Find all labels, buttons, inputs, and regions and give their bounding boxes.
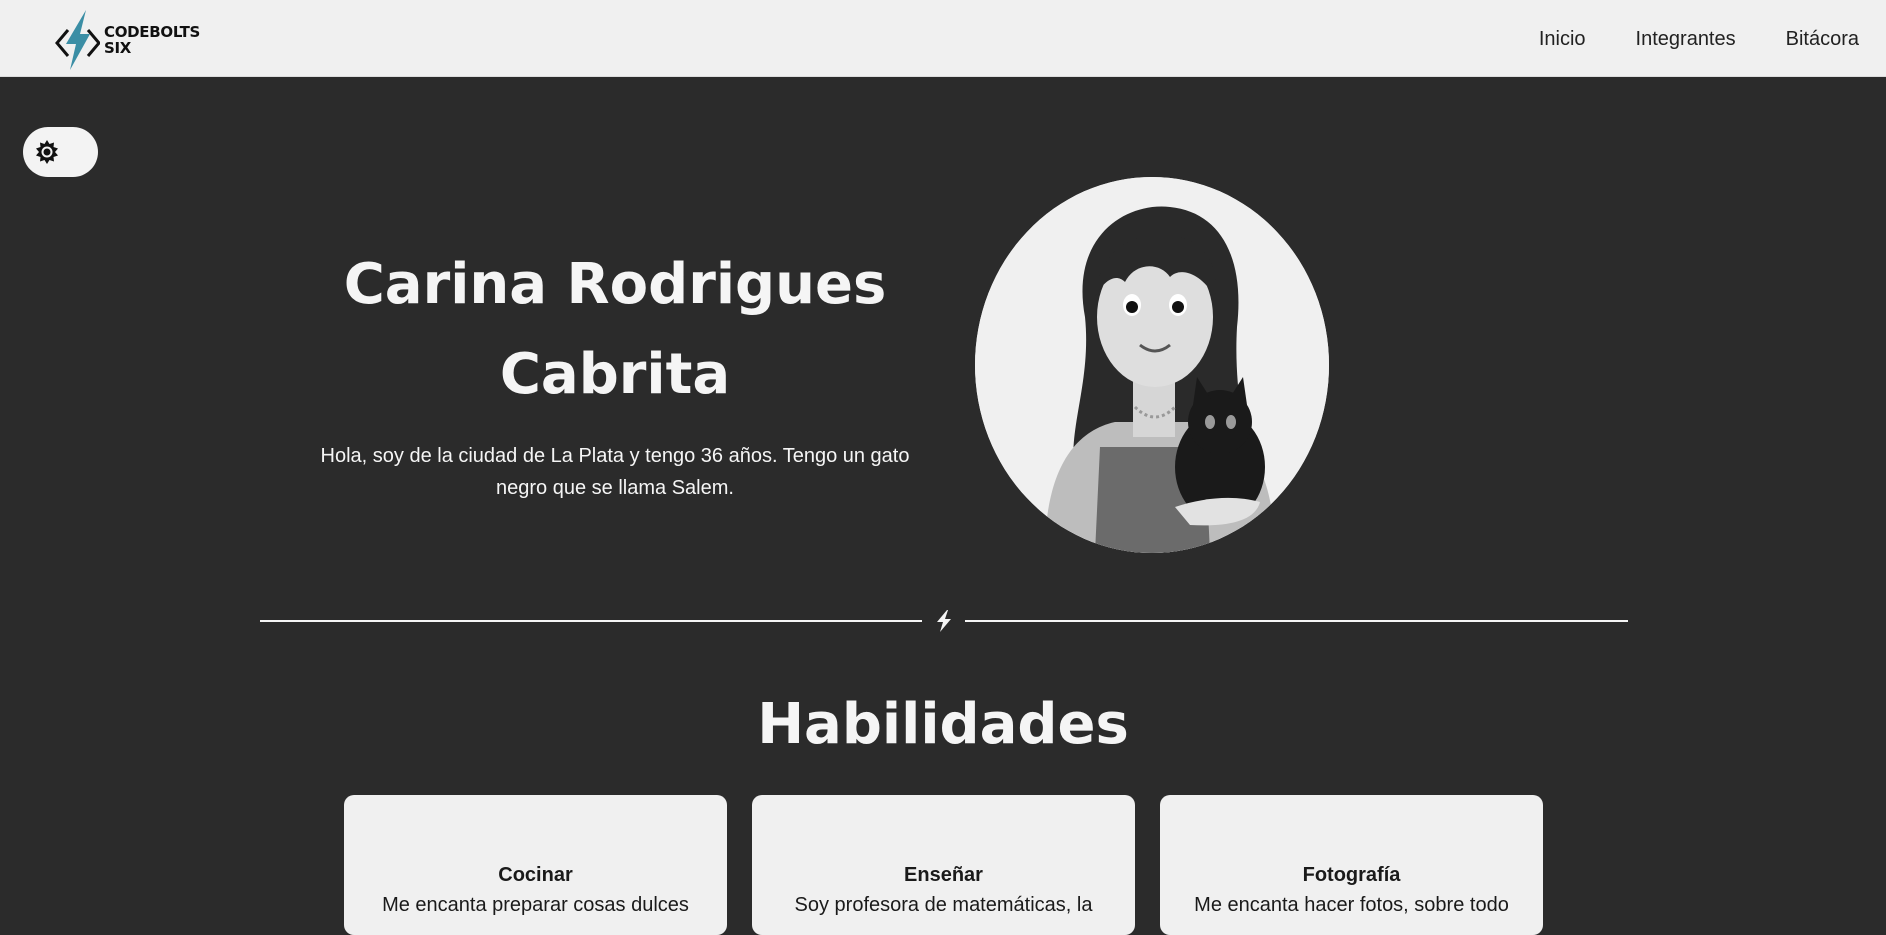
hero-name: Carina Rodrigues Cabrita xyxy=(300,240,930,420)
skill-card-title: Fotografía xyxy=(1302,864,1401,886)
skill-card-desc: Soy profesora de matemáticas, la xyxy=(794,894,1093,916)
brand-line1: CODEBOLTS xyxy=(104,23,201,41)
bolt-icon xyxy=(937,610,951,632)
profile-avatar xyxy=(975,177,1329,553)
skill-card-title: Enseñar xyxy=(904,864,983,886)
theme-toggle-button[interactable] xyxy=(23,127,98,177)
nav-link-inicio[interactable]: Inicio xyxy=(1539,27,1586,51)
hero-bio: Hola, soy de la ciudad de La Plata y ten… xyxy=(320,445,910,499)
hero-name-line2: Cabrita xyxy=(499,342,731,407)
hero-section: Carina Rodrigues Cabrita Hola, soy de la… xyxy=(300,240,930,504)
skills-cards: Cocinar Me encanta preparar cosas dulces… xyxy=(344,795,1543,935)
skill-card: Enseñar Soy profesora de matemáticas, la xyxy=(752,795,1135,935)
divider-line-right xyxy=(965,620,1628,622)
brand-line2: SIX xyxy=(104,39,132,57)
avatar-illustration xyxy=(975,177,1329,553)
sun-icon xyxy=(36,140,58,164)
divider-line-left xyxy=(260,620,922,622)
nav-link-integrantes[interactable]: Integrantes xyxy=(1636,27,1736,51)
nav-link-bitacora[interactable]: Bitácora xyxy=(1786,27,1859,51)
section-divider xyxy=(260,609,1628,633)
skill-card-desc: Me encanta hacer fotos, sobre todo xyxy=(1194,894,1509,916)
main-nav: Inicio Integrantes Bitácora xyxy=(1489,27,1859,51)
hero-name-line1: Carina Rodrigues xyxy=(343,252,887,317)
skill-card-desc: Me encanta preparar cosas dulces xyxy=(382,894,689,916)
brand-name: CODEBOLTS SIX xyxy=(104,24,200,56)
skills-title: Habilidades xyxy=(757,692,1129,757)
brand-logo[interactable]: CODEBOLTS SIX xyxy=(54,10,200,70)
navbar: CODEBOLTS SIX Inicio Integrantes Bitácor… xyxy=(0,0,1886,77)
skill-card: Cocinar Me encanta preparar cosas dulces xyxy=(344,795,727,935)
logo-bolt-icon xyxy=(55,10,100,70)
skill-card-title: Cocinar xyxy=(498,864,573,886)
skill-card: Fotografía Me encanta hacer fotos, sobre… xyxy=(1160,795,1543,935)
